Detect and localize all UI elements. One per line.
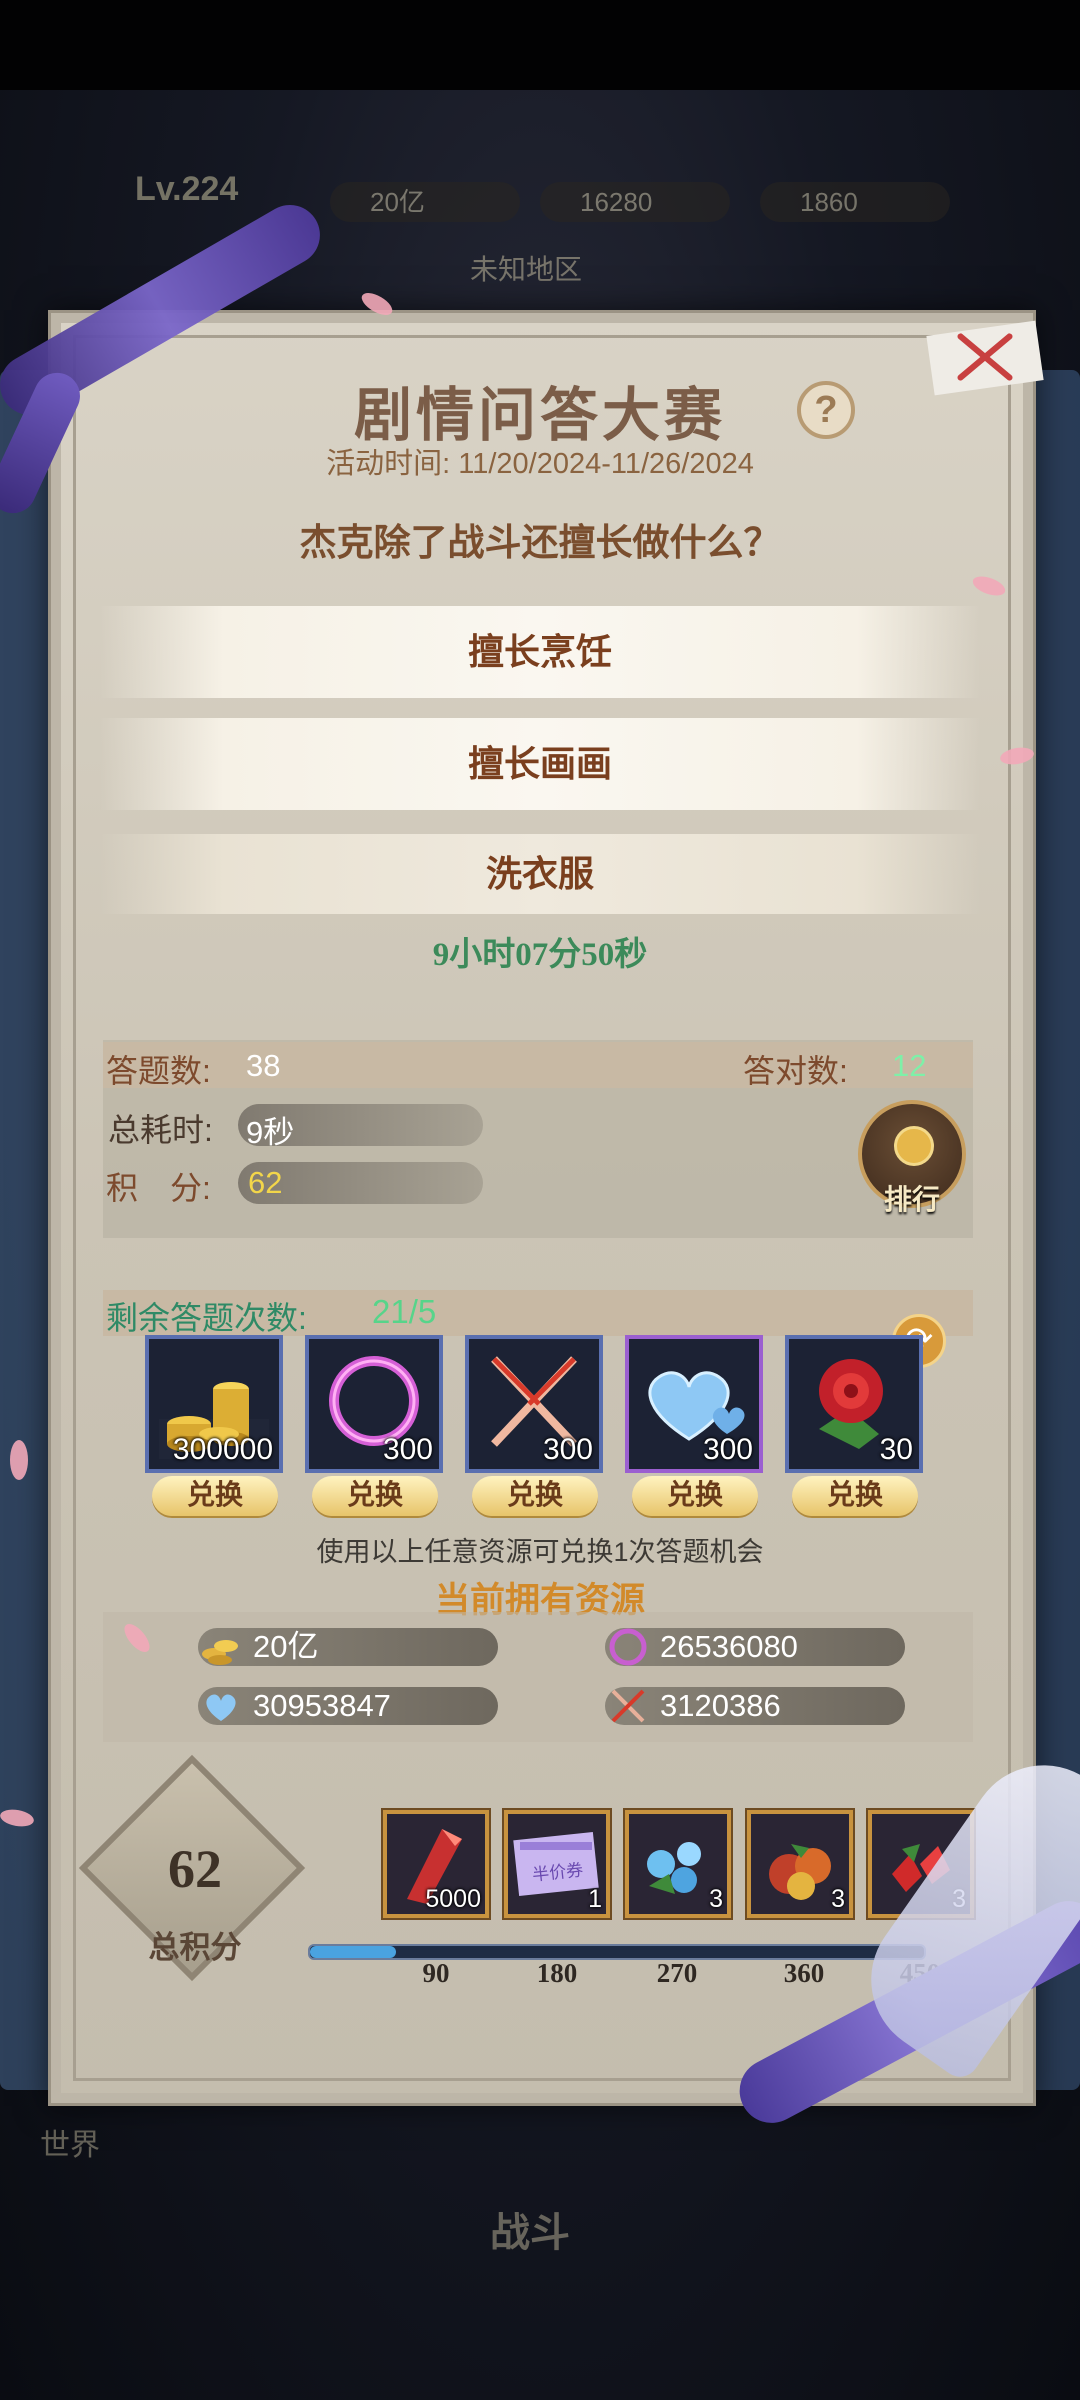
resource-swords: 3120386 xyxy=(605,1687,905,1725)
question-text: 杰克除了战斗还擅长做什么？ xyxy=(299,523,781,564)
gold-counter: 20亿 xyxy=(330,182,520,222)
total-score-value: 62 xyxy=(168,1839,222,1899)
activity-time: 活动时间: 11/20/2024-11/26/2024 xyxy=(326,448,754,480)
score-value: 62 xyxy=(248,1165,283,1200)
blue-heart-crystal-icon xyxy=(206,1694,236,1721)
score-progress-fill xyxy=(310,1946,396,1958)
reward-quantity: 3 xyxy=(709,1885,723,1913)
close-button[interactable] xyxy=(926,318,1044,398)
chat-tab: 世界 xyxy=(40,2129,100,2162)
milestone-reward-3[interactable]: 3 xyxy=(625,1810,731,1918)
answer-option-1[interactable]: 擅长烹饪 xyxy=(100,606,980,698)
reward-quantity: 5000 xyxy=(425,1885,481,1913)
ranking-label: 排行 xyxy=(883,1185,940,1216)
answer-option-3[interactable]: 洗衣服 xyxy=(100,834,980,914)
resource-value: 26536080 xyxy=(660,1629,798,1664)
resource-value: 3120386 xyxy=(660,1688,781,1723)
item-quantity: 300 xyxy=(382,1433,433,1466)
answer-option-2[interactable]: 擅长画画 xyxy=(100,718,980,810)
exchange-button[interactable]: 兑换 xyxy=(312,1476,438,1516)
resource-value: 20亿 xyxy=(253,1629,319,1664)
item-quantity: 300000 xyxy=(172,1433,273,1466)
background-bottom-bar: 世界 战斗 xyxy=(0,2090,1080,2400)
resource-gold: 20亿 xyxy=(198,1628,498,1666)
purple-ring-icon xyxy=(609,1628,647,1666)
area-name: 未知地区 xyxy=(470,255,583,286)
background-hud: Lv.224 20亿 16280 1860 未知地区 xyxy=(0,160,1080,286)
exchange-item-rose[interactable]: 30 xyxy=(785,1335,923,1473)
diamond-counter: 16280 xyxy=(540,182,730,222)
resource-heart: 30953847 xyxy=(198,1687,498,1725)
exchange-item-gold[interactable]: 300000 xyxy=(145,1335,283,1473)
answered-value: 38 xyxy=(246,1048,281,1083)
item-quantity: 300 xyxy=(702,1433,753,1466)
gold-coins-icon xyxy=(202,1640,238,1665)
milestone-reward-2[interactable]: 半价券 1 xyxy=(504,1810,610,1918)
milestone-reward-4[interactable]: 3 xyxy=(747,1810,853,1918)
milestone-label: 360 xyxy=(783,1958,825,1988)
player-level: Lv.224 xyxy=(135,170,239,208)
milestone-label: 90 xyxy=(422,1958,450,1988)
countdown-timer: 9小时07分50秒 xyxy=(432,937,648,973)
exchange-hint: 使用以上任意资源可兑换1次答题机会 xyxy=(316,1537,764,1567)
remaining-value: 21/5 xyxy=(372,1293,437,1330)
exchange-item-swords[interactable]: 300 xyxy=(465,1335,603,1473)
petal-decoration xyxy=(10,1440,28,1480)
answered-label: 答题数: xyxy=(106,1053,211,1089)
resource-value: 30953847 xyxy=(253,1688,391,1723)
energy-counter: 1860 xyxy=(760,182,950,222)
total-score-label: 总积分 xyxy=(148,1930,242,1965)
correct-value: 12 xyxy=(892,1048,927,1083)
time-label: 总耗时: xyxy=(108,1112,213,1148)
score-label: 积 分: xyxy=(106,1170,211,1206)
top-black-bar xyxy=(0,0,1080,90)
ranking-button[interactable]: 排行 xyxy=(858,1100,966,1216)
help-icon[interactable]: ? xyxy=(797,381,855,439)
milestone-label: 180 xyxy=(536,1958,578,1988)
remaining-label: 剩余答题次数: xyxy=(106,1300,307,1336)
medal-icon xyxy=(894,1126,934,1166)
item-quantity: 30 xyxy=(879,1433,913,1466)
milestone-label: 270 xyxy=(656,1958,698,1988)
crossed-swords-icon xyxy=(611,1689,645,1723)
item-quantity: 300 xyxy=(542,1433,593,1466)
exchange-button[interactable]: 兑换 xyxy=(792,1476,918,1516)
milestone-reward-1[interactable]: 5000 xyxy=(383,1810,489,1918)
exchange-item-heart[interactable]: 300 xyxy=(625,1335,763,1473)
battle-tab: 战斗 xyxy=(490,2210,570,2255)
time-value: 9秒 xyxy=(246,1115,295,1150)
correct-label: 答对数: xyxy=(743,1053,848,1089)
exchange-button[interactable]: 兑换 xyxy=(472,1476,598,1516)
exchange-button[interactable]: 兑换 xyxy=(152,1476,278,1516)
exchange-button[interactable]: 兑换 xyxy=(632,1476,758,1516)
reward-quantity: 3 xyxy=(831,1885,845,1913)
resource-ring: 26536080 xyxy=(605,1628,905,1666)
coupon-text: 半价券 xyxy=(531,1860,585,1885)
reward-quantity: 1 xyxy=(588,1885,602,1913)
exchange-item-ring[interactable]: 300 xyxy=(305,1335,443,1473)
